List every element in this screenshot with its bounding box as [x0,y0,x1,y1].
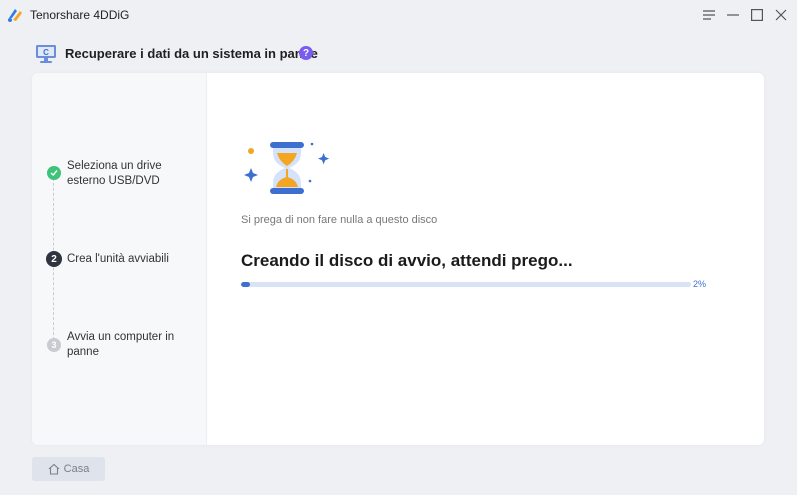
page-title: Recuperare i dati da un sistema in panne [65,46,318,61]
step-2-number: 2 [46,251,62,267]
step-1-label: Seleziona un drive esterno USB/DVD [67,160,162,187]
notice-text: Si prega di non fare nulla a questo disc… [241,214,438,226]
home-button-label: Casa [63,463,90,475]
progress-title: Creando il disco di avvio, attendi prego… [241,251,573,270]
home-button[interactable]: Casa [32,457,105,481]
main-card: Seleziona un drive esterno USB/DVD 2 Cre… [32,73,764,445]
step-2-label: Crea l'unità avviabili [67,253,169,265]
minimize-button[interactable] [723,5,743,25]
question-icon[interactable]: ? [299,46,313,60]
app-logo-icon [6,6,24,24]
step-3-number: 3 [47,338,61,352]
menu-icon[interactable] [699,5,719,25]
progress-bar [241,282,691,287]
home-icon [48,463,60,475]
step-3-label: Avvia un computer in panne [67,331,175,358]
svg-text:C: C [43,48,49,57]
steps-sidebar: Seleziona un drive esterno USB/DVD 2 Cre… [32,73,207,445]
maximize-button[interactable] [747,5,767,25]
progress-percent: 2% [693,279,707,289]
title-bar: Tenorshare 4DDiG [0,0,797,30]
crashed-computer-icon: C [35,43,57,65]
progress-bar-fill [241,282,250,287]
hourglass-icon [242,139,332,197]
app-title: Tenorshare 4DDiG [30,8,130,22]
close-button[interactable] [771,5,791,25]
step-1-check-icon [47,166,61,180]
